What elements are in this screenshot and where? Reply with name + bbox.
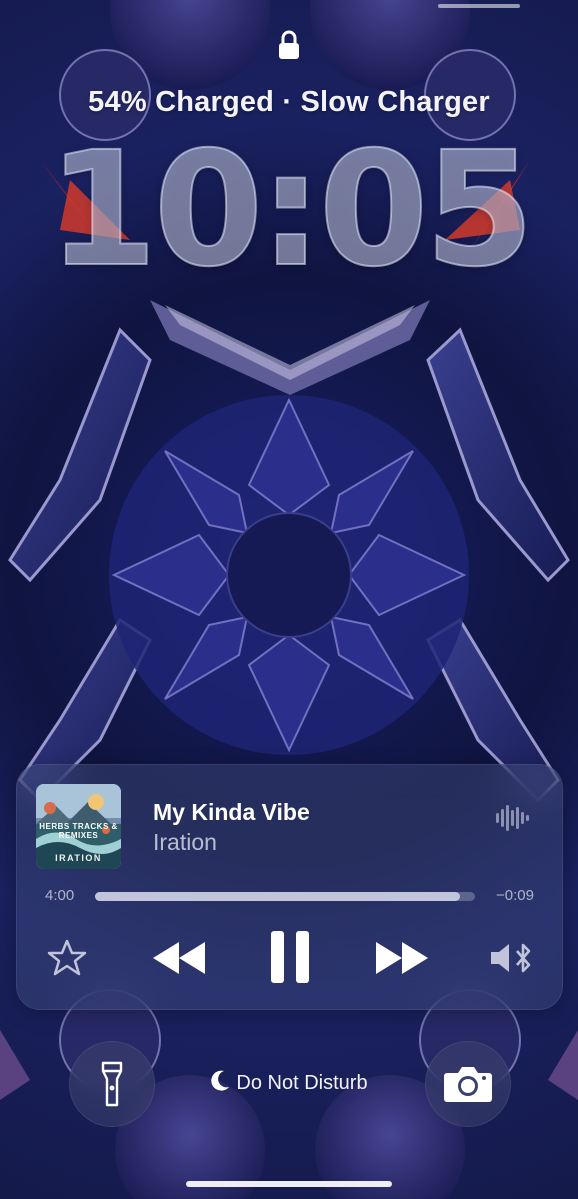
focus-mode-label: Do Not Disturb — [236, 1072, 368, 1094]
progress-scrubber[interactable] — [95, 892, 475, 901]
now-playing-widget[interactable]: HERBS TRACKS & REMIXES IRATION My Kinda … — [16, 764, 563, 1010]
clock-time: 10:05 — [47, 117, 536, 303]
album-artwork[interactable]: HERBS TRACKS & REMIXES IRATION — [36, 784, 121, 869]
pause-icon[interactable] — [269, 931, 311, 983]
lock-icon — [279, 30, 299, 59]
camera-button[interactable] — [425, 1041, 511, 1127]
waveform-icon — [496, 805, 529, 831]
home-indicator[interactable] — [186, 1181, 392, 1187]
progress-fill — [95, 892, 460, 901]
artwork-band-text: IRATION — [55, 853, 102, 863]
artwork-title-text: HERBS TRACKS & REMIXES — [39, 822, 118, 840]
status-bar-indicator — [438, 4, 520, 8]
remaining-time: −0:09 — [496, 887, 534, 904]
star-icon[interactable] — [47, 938, 87, 978]
rewind-icon[interactable] — [151, 940, 207, 976]
moon-icon — [211, 1070, 230, 1091]
charging-status: 54% Charged · Slow Charger — [88, 86, 490, 118]
artist-name[interactable]: Iration — [153, 829, 217, 856]
song-title[interactable]: My Kinda Vibe — [153, 799, 310, 826]
elapsed-time: 4:00 — [45, 887, 75, 904]
camera-icon — [444, 1067, 492, 1102]
speaker-bluetooth-icon[interactable] — [489, 941, 535, 975]
fast-forward-icon[interactable] — [374, 940, 430, 976]
